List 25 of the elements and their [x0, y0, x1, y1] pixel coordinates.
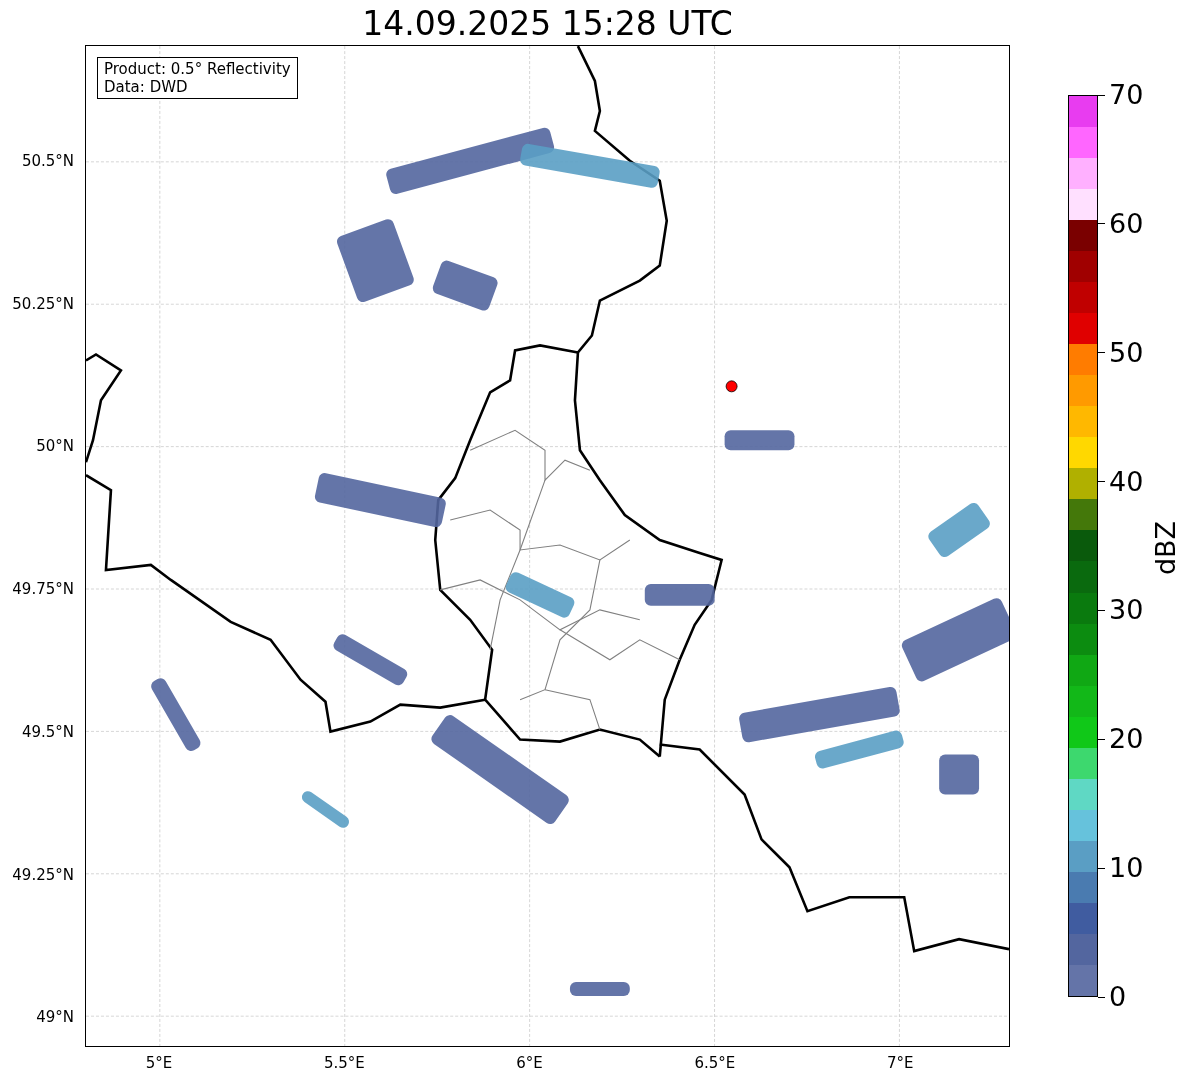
info-text: Data: DWD	[104, 78, 189, 96]
longitude-label: 7°E	[886, 1053, 914, 1074]
longitude-label: 5°E	[145, 1053, 173, 1074]
colorbar-label: dBZ	[1148, 520, 1182, 576]
latitude-label: 49.5°N	[21, 721, 74, 743]
chart-title: 14.09.2025 15:28 UTC	[361, 4, 734, 44]
colorbar-tick-label: 30	[1109, 595, 1144, 626]
latitude-label: 49°N	[36, 1006, 74, 1028]
colorbar-tick-label: 50	[1109, 337, 1144, 368]
latitude-label: 49.75°N	[12, 578, 74, 600]
info-text: Product: 0.5° Reflectivity	[104, 60, 291, 78]
latitude-label: 49.25°N	[12, 864, 74, 886]
colorbar-tick-label: 40	[1109, 466, 1144, 497]
tick-mark	[1098, 996, 1105, 998]
longitude-label: 5.5°E	[323, 1053, 365, 1074]
colorbar-tick-label: 60	[1109, 208, 1144, 239]
longitude-label: 6°E	[516, 1053, 543, 1074]
colorbar-tick-label: 0	[1109, 982, 1127, 1012]
colorbar-tick-label: 10	[1109, 853, 1144, 884]
colorbar-tick-label: 70	[1109, 80, 1144, 110]
latitude-label: 50.5°N	[21, 150, 74, 172]
longitude-label: 6.5°E	[694, 1053, 736, 1074]
latitude-label: 50°N	[36, 436, 74, 458]
colorbar-tick-label: 20	[1109, 724, 1144, 755]
latitude-label: 50.25°N	[12, 293, 74, 315]
